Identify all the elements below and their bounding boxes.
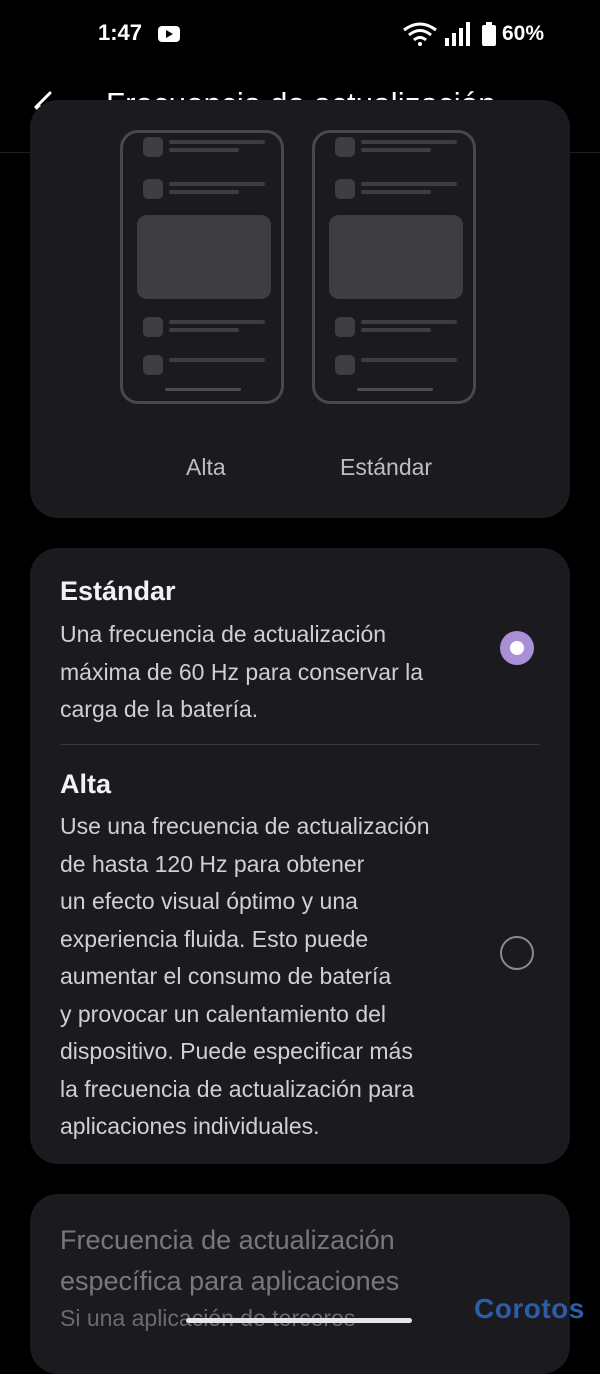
radio-alta[interactable] — [500, 936, 534, 970]
radio-estandar-selected[interactable] — [500, 631, 534, 665]
option-title: Alta — [60, 769, 112, 799]
app-specific-title: Frecuencia de actualización específica p… — [60, 1225, 400, 1296]
refresh-rate-options: Estándar Una frecuencia de actualización… — [30, 548, 570, 1164]
preview-label-alta: Alta — [186, 454, 226, 480]
status-time: 1:47 — [98, 20, 143, 45]
battery-icon — [482, 22, 496, 46]
phone-preview-alta — [120, 130, 284, 404]
signal-icon — [445, 22, 470, 46]
option-title: Estándar — [60, 576, 176, 606]
wifi-icon — [403, 22, 437, 46]
refresh-rate-preview-card: Alta Estándar — [30, 100, 570, 518]
preview-label-estandar: Estándar — [340, 454, 433, 480]
divider — [60, 744, 540, 745]
app-specific-refresh-rate-item[interactable]: Frecuencia de actualización específica p… — [30, 1194, 570, 1374]
battery-percentage: 60% — [502, 22, 545, 45]
status-bar: 1:47 60% — [0, 0, 600, 68]
watermark-logo: Corotos — [474, 1293, 585, 1324]
gesture-navigation-bar[interactable] — [186, 1318, 412, 1323]
option-description: Una frecuencia de actualización máxima d… — [60, 621, 424, 722]
option-description: Use una frecuencia de actualización de h… — [60, 813, 430, 1139]
youtube-notification-icon — [158, 26, 180, 42]
phone-preview-estandar — [312, 130, 476, 404]
